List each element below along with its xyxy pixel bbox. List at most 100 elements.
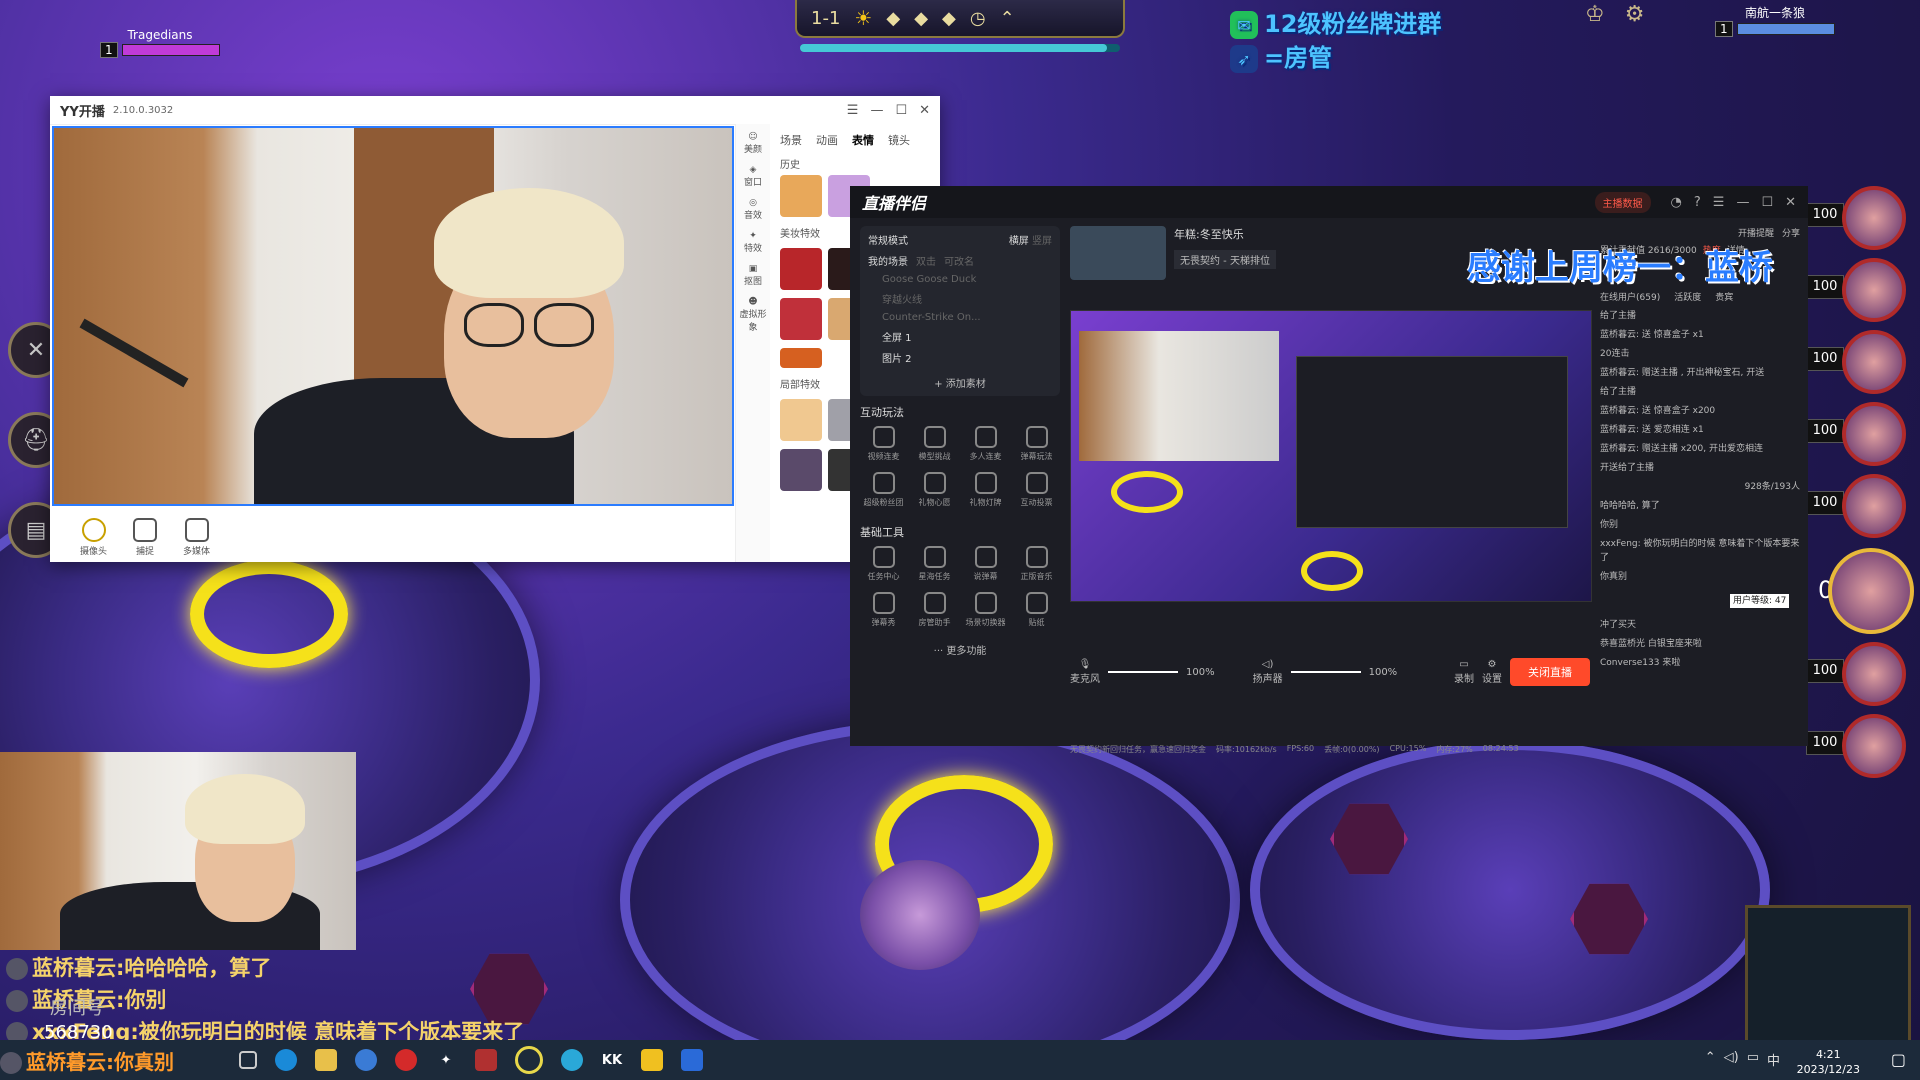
share-button[interactable]: 分享 xyxy=(1782,226,1800,239)
yy-app-icon[interactable] xyxy=(641,1049,663,1071)
folder-icon[interactable] xyxy=(315,1049,337,1071)
champion-portrait[interactable] xyxy=(1842,474,1906,538)
my-scenes-tab[interactable]: 我的场景 xyxy=(868,253,908,268)
circle-app-icon[interactable] xyxy=(515,1046,543,1074)
effect-thumb[interactable] xyxy=(780,399,822,441)
champion-portrait[interactable] xyxy=(1842,402,1906,466)
host-data-button[interactable]: 主播数据 xyxy=(1594,191,1651,213)
media-button[interactable]: 多媒体 xyxy=(183,517,210,557)
portrait-toggle[interactable]: 竖屏 xyxy=(1032,236,1052,247)
window-tool[interactable]: ◈ 窗口 xyxy=(744,165,762,188)
effect-thumb[interactable] xyxy=(780,175,822,217)
tab-emoji[interactable]: 表情 xyxy=(852,132,874,148)
interactive-item[interactable]: 视频连麦 xyxy=(860,426,907,462)
volume-icon[interactable]: ◁) xyxy=(1724,1050,1739,1069)
landscape-toggle[interactable]: 横屏 xyxy=(1009,236,1029,247)
tool-item[interactable]: 房管助手 xyxy=(911,592,958,628)
chevron-up-icon[interactable]: ⌃ xyxy=(1705,1050,1716,1069)
game-launcher-icon[interactable] xyxy=(475,1049,497,1071)
effect-thumb[interactable] xyxy=(780,348,822,368)
mode-select[interactable]: 常规模式 xyxy=(868,232,908,247)
scene-item[interactable]: Counter-Strike On... xyxy=(882,312,1052,323)
tool-item[interactable]: 弹幕秀 xyxy=(860,592,907,628)
menu-icon[interactable]: ☰ xyxy=(1713,195,1725,210)
stream-category[interactable]: 无畏契约 - 天梯排位 xyxy=(1174,250,1276,269)
sound-tool[interactable]: ◎ 音效 xyxy=(744,198,762,221)
interactive-item[interactable]: 互动投票 xyxy=(1013,472,1060,508)
notification-icon[interactable]: ▢ xyxy=(1891,1050,1906,1069)
network-icon[interactable]: ▭ xyxy=(1747,1050,1759,1069)
task-hint[interactable]: 无畏契约新回归任务，赢急速回归奖金 xyxy=(1070,744,1206,755)
browser-icon[interactable] xyxy=(355,1049,377,1071)
scene-item[interactable]: 穿越火线 xyxy=(882,291,1052,306)
interactive-item[interactable]: 礼物灯牌 xyxy=(962,472,1009,508)
tool-item[interactable]: 说弹幕 xyxy=(962,546,1009,582)
close-icon[interactable]: ✕ xyxy=(919,103,930,118)
tab-vip[interactable]: 贵宾 xyxy=(1715,290,1733,303)
tool-item[interactable]: 正版音乐 xyxy=(1013,546,1060,582)
stream-cover[interactable] xyxy=(1070,226,1166,280)
tab-lens[interactable]: 镜头 xyxy=(888,132,910,148)
settings-button[interactable]: ⚙ 设置 xyxy=(1482,659,1502,685)
camera-button[interactable]: 摄像头 xyxy=(80,517,107,557)
mic-control[interactable]: 🎙︎ 麦克风 xyxy=(1070,659,1100,685)
beauty-tool[interactable]: ☺ 美颜 xyxy=(744,132,762,155)
scene-item[interactable]: 图片 2 xyxy=(882,350,1052,365)
tab-scene[interactable]: 场景 xyxy=(780,132,802,148)
tool-item[interactable]: 任务中心 xyxy=(860,546,907,582)
effect-thumb[interactable] xyxy=(780,248,822,290)
feather-icon[interactable]: ✦ xyxy=(435,1049,457,1071)
champion-portrait[interactable] xyxy=(1842,258,1906,322)
tab-online-users[interactable]: 在线用户(659) xyxy=(1600,290,1660,303)
chevron-up-icon[interactable]: ⌃ xyxy=(1000,8,1015,29)
maximize-icon[interactable]: ☐ xyxy=(1761,195,1773,210)
taskbar-clock[interactable]: 4:21 2023/12/23 xyxy=(1797,1047,1860,1077)
netease-icon[interactable] xyxy=(395,1049,417,1071)
champion-portrait[interactable] xyxy=(1842,330,1906,394)
stream-title[interactable]: 年糕:冬至快乐 xyxy=(1174,226,1276,242)
capture-button[interactable]: 捕捉 xyxy=(133,517,158,557)
edge-icon[interactable] xyxy=(275,1049,297,1071)
ime-label[interactable]: 中 xyxy=(1767,1050,1780,1069)
close-icon[interactable]: ✕ xyxy=(1785,195,1796,210)
kk-app-icon[interactable]: KK xyxy=(601,1049,623,1071)
minimap[interactable] xyxy=(1745,905,1911,1046)
record-button[interactable]: ▭ 录制 xyxy=(1454,659,1474,685)
stop-live-button[interactable]: 关闭直播 xyxy=(1510,658,1590,686)
interactive-item[interactable]: 礼物心愿 xyxy=(911,472,958,508)
avatar-tool[interactable]: ☻ 虚拟形象 xyxy=(736,297,770,333)
gear-icon[interactable]: ⚙ xyxy=(1625,2,1645,27)
tab-animation[interactable]: 动画 xyxy=(816,132,838,148)
blue-app-icon[interactable] xyxy=(561,1049,583,1071)
effect-thumb[interactable] xyxy=(780,449,822,491)
tool-item[interactable]: 场景切换器 xyxy=(962,592,1009,628)
more-features-button[interactable]: ··· 更多功能 xyxy=(860,642,1060,657)
scene-item[interactable]: Goose Goose Duck xyxy=(882,274,1052,285)
crown-icon[interactable]: ♔ xyxy=(1585,2,1605,27)
champion-portrait[interactable] xyxy=(1842,714,1906,778)
maximize-icon[interactable]: ☐ xyxy=(895,103,907,118)
champion-portrait[interactable] xyxy=(1842,186,1906,250)
tab-activity[interactable]: 活跃度 xyxy=(1674,290,1701,303)
headset-icon[interactable]: ◔ xyxy=(1671,195,1682,210)
minimize-icon[interactable]: — xyxy=(1736,195,1749,210)
tool-item[interactable]: 星海任务 xyxy=(911,546,958,582)
live-app-icon[interactable] xyxy=(681,1049,703,1071)
champion-portrait[interactable] xyxy=(1842,642,1906,706)
scene-item[interactable]: 全屏 1 xyxy=(882,329,1052,344)
tool-item[interactable]: 贴纸 xyxy=(1013,592,1060,628)
interactive-item[interactable]: 超级粉丝团 xyxy=(860,472,907,508)
help-icon[interactable]: ? xyxy=(1694,195,1701,210)
menu-icon[interactable]: ☰ xyxy=(847,103,859,118)
add-material-button[interactable]: + 添加素材 xyxy=(868,375,1052,390)
effect-thumb[interactable] xyxy=(780,298,822,340)
minimize-icon[interactable]: — xyxy=(870,103,883,118)
cutout-tool[interactable]: ▣ 抠图 xyxy=(744,264,762,287)
mic-volume-slider[interactable] xyxy=(1108,671,1178,673)
interactive-item[interactable]: 多人连麦 xyxy=(962,426,1009,462)
speaker-control[interactable]: ◁) 扬声器 xyxy=(1253,659,1283,685)
speaker-volume-slider[interactable] xyxy=(1290,671,1361,673)
task-view-icon[interactable] xyxy=(239,1051,257,1069)
champion-portrait-highlight[interactable] xyxy=(1828,548,1914,634)
effects-tool[interactable]: ✦ 特效 xyxy=(744,231,762,254)
